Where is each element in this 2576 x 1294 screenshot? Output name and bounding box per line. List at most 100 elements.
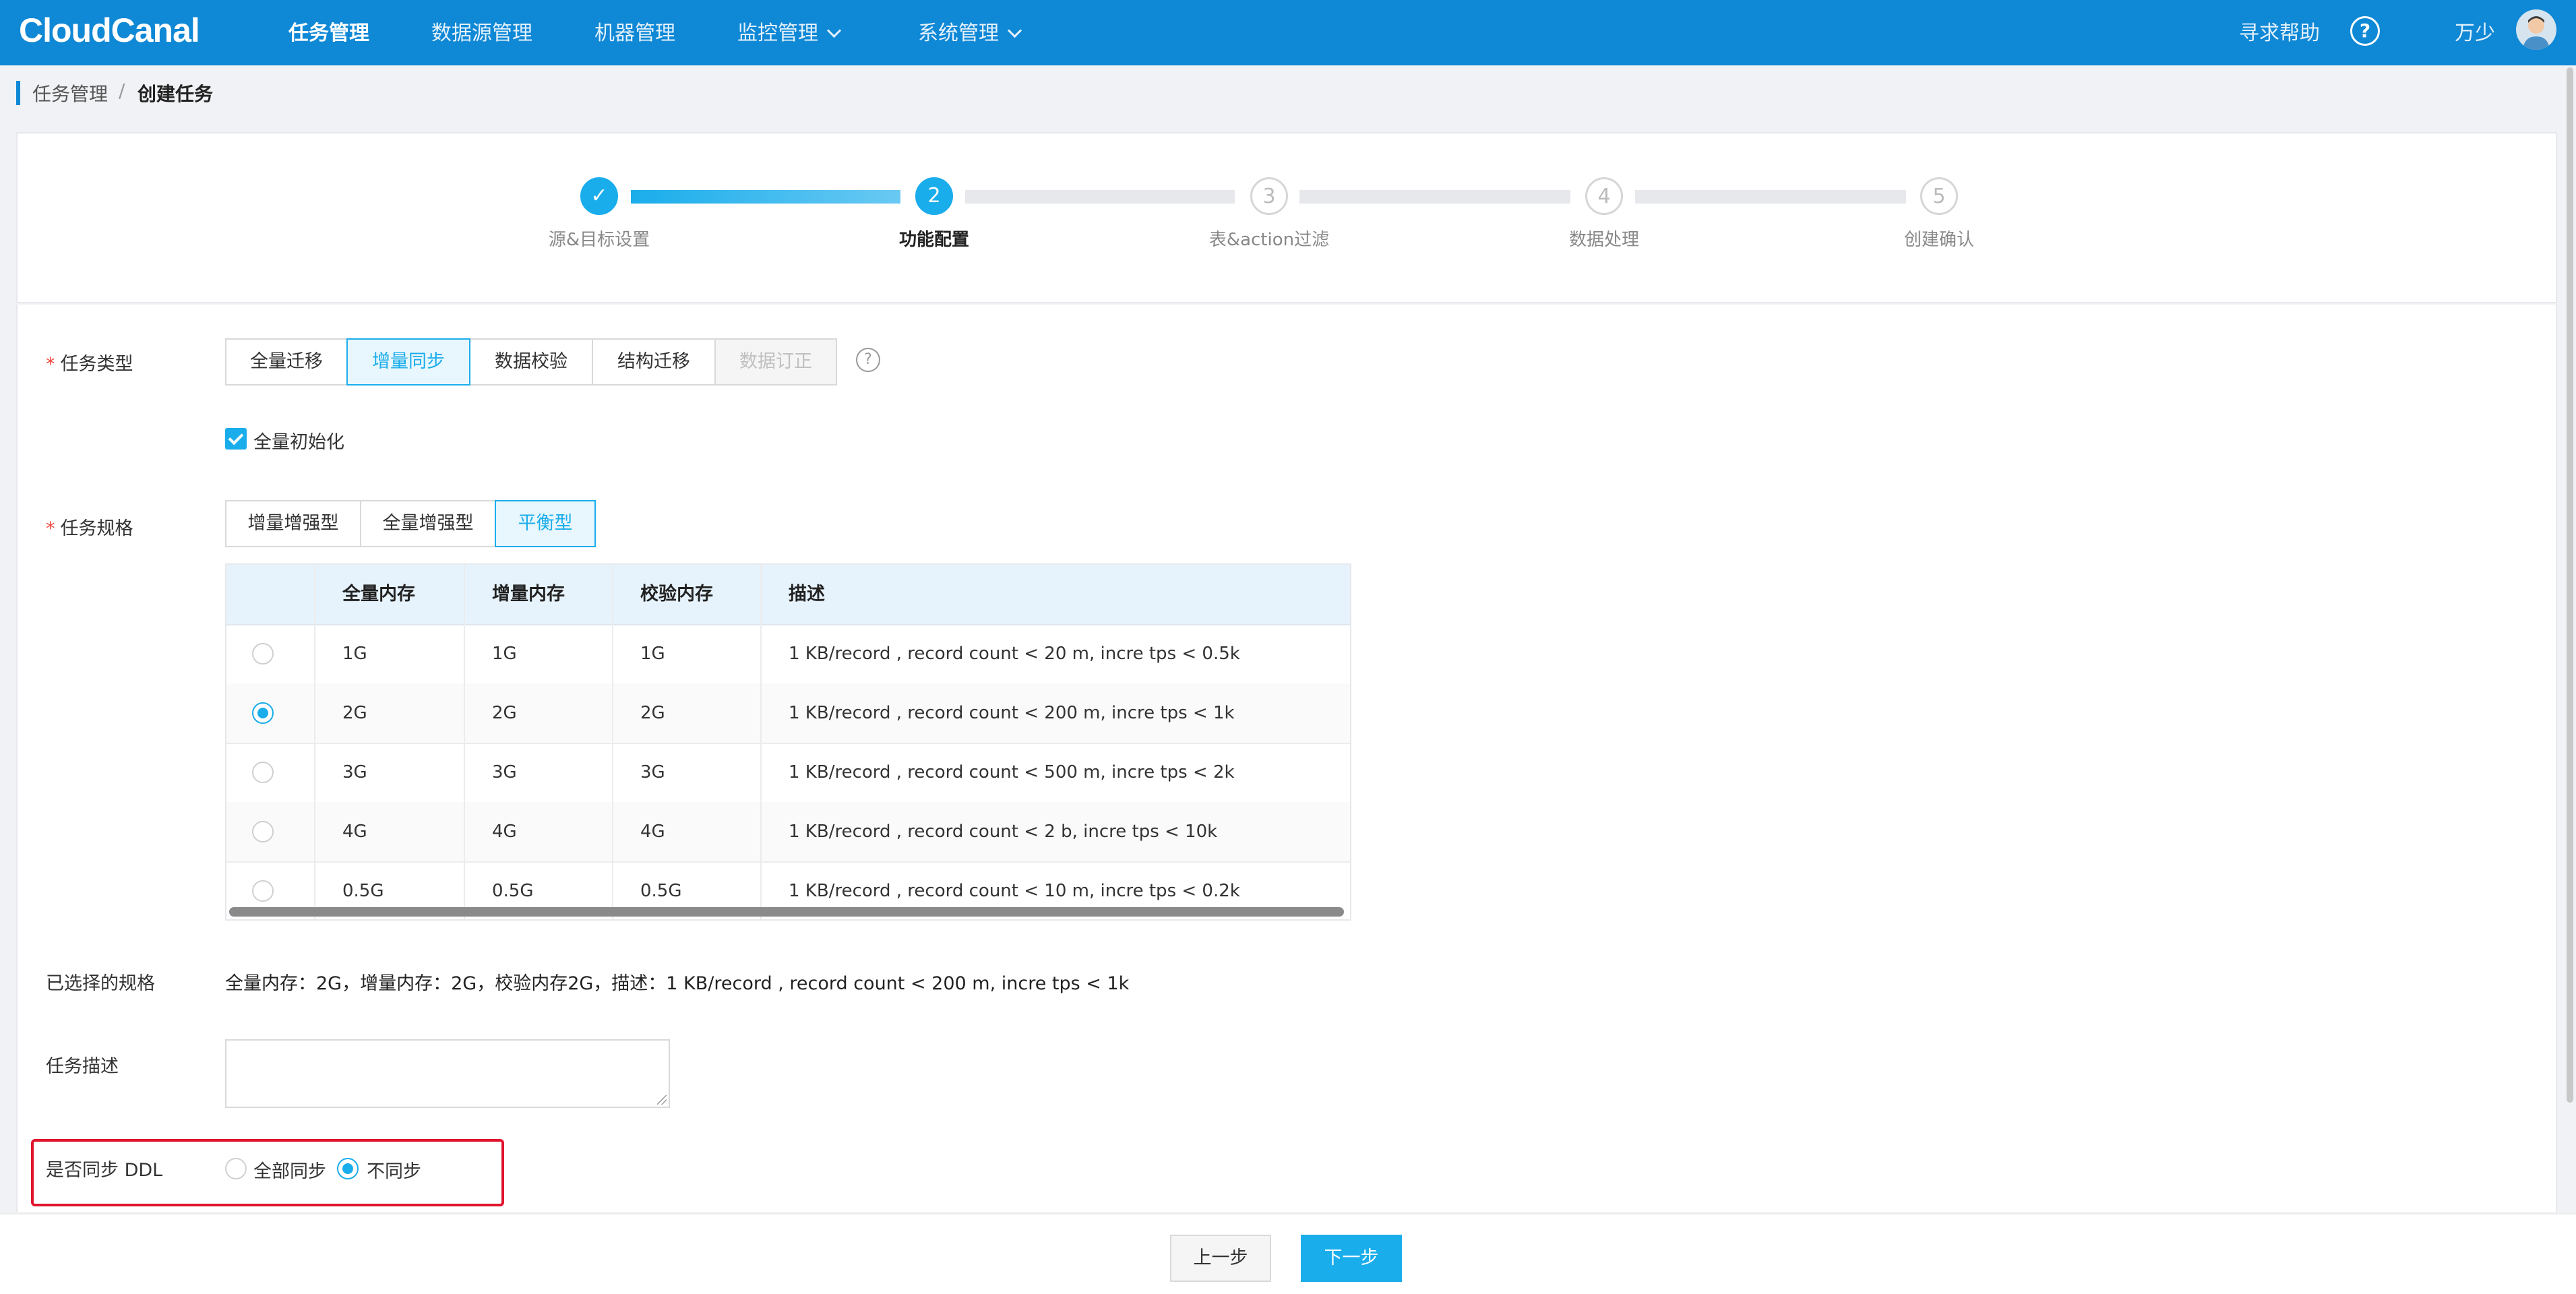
breadcrumb-parent[interactable]: 任务管理 — [32, 80, 108, 106]
task-type-full-migration[interactable]: 全量迁移 — [225, 338, 348, 386]
task-description-input[interactable] — [225, 1039, 670, 1108]
step-4-label: 数据处理 — [1568, 230, 1640, 250]
nav-label: 机器管理 — [594, 22, 675, 45]
step-connector-4 — [1635, 190, 1906, 204]
cell-desc: 1 KB/record , record count < 500 m, incr… — [789, 762, 1235, 782]
spec-incremental-enhanced[interactable]: 增量增强型 — [225, 500, 361, 547]
avatar[interactable] — [2516, 9, 2556, 50]
task-spec-label-text: 任务规格 — [60, 518, 133, 539]
table-horizontal-scrollbar[interactable] — [229, 907, 1344, 917]
col-incr-memory: 增量内存 — [492, 584, 565, 605]
cell-full: 3G — [342, 762, 367, 782]
cell-full: 4G — [342, 822, 367, 842]
col-description: 描述 — [789, 584, 825, 605]
step-3-label: 表&action过滤 — [1208, 230, 1330, 250]
task-type-label: * 任务类型 — [46, 349, 133, 375]
step-2-label: 功能配置 — [898, 230, 970, 250]
user-name[interactable]: 万少 — [2455, 16, 2495, 46]
step-5-label: 创建确认 — [1903, 230, 1975, 250]
next-step-button[interactable]: 下一步 — [1301, 1235, 1402, 1282]
nav-machine-management[interactable]: 机器管理 — [594, 16, 675, 46]
table-row[interactable]: 1G 1G 1G 1 KB/record , record count < 20… — [226, 624, 1350, 685]
breadcrumb-current: 创建任务 — [137, 83, 214, 105]
full-init-label[interactable]: 全量初始化 — [253, 427, 344, 454]
cell-check: 2G — [640, 703, 665, 723]
nav-task-management[interactable]: 任务管理 — [288, 16, 369, 46]
column-divider — [760, 565, 762, 919]
required-mark: * — [46, 518, 55, 539]
task-spec-label: * 任务规格 — [46, 514, 133, 540]
table-row[interactable]: 3G 3G 3G 1 KB/record , record count < 50… — [226, 743, 1350, 803]
ddl-no-sync-radio[interactable] — [337, 1158, 359, 1179]
task-type-incremental-sync[interactable]: 增量同步 — [346, 338, 470, 386]
row-radio[interactable] — [252, 880, 274, 902]
column-divider — [464, 565, 465, 919]
cell-full: 2G — [342, 703, 367, 723]
spec-table: 全量内存 增量内存 校验内存 描述 1G 1G 1G 1 KB/record ,… — [225, 563, 1351, 921]
stepper-panel — [16, 132, 2557, 303]
cell-desc: 1 KB/record , record count < 2 b, incre … — [789, 822, 1218, 842]
question-circle-icon[interactable]: ? — [2350, 16, 2380, 46]
column-divider — [612, 565, 613, 919]
ddl-sync-all-radio[interactable] — [225, 1158, 247, 1179]
task-type-schema-migration[interactable]: 结构迁移 — [592, 338, 716, 386]
selected-spec-value: 全量内存：2G，增量内存：2G，校验内存2G，描述：1 KB/record , … — [225, 973, 1130, 994]
nav-label: 监控管理 — [737, 22, 818, 45]
ddl-sync-all-label[interactable]: 全部同步 — [253, 1157, 326, 1183]
nav-label: 系统管理 — [918, 22, 999, 45]
step-1-label: 源&目标设置 — [548, 230, 650, 250]
table-header: 全量内存 增量内存 校验内存 描述 — [226, 565, 1350, 625]
task-type-label-text: 任务类型 — [60, 354, 133, 375]
table-row[interactable]: 4G 4G 4G 1 KB/record , record count < 2 … — [226, 802, 1350, 863]
column-divider — [314, 565, 315, 919]
prev-step-button[interactable]: 上一步 — [1170, 1235, 1271, 1282]
nav-datasource-management[interactable]: 数据源管理 — [431, 16, 532, 46]
cell-full: 1G — [342, 644, 367, 664]
footer-bar — [0, 1213, 2576, 1294]
row-radio[interactable] — [252, 702, 274, 724]
nav-system-management[interactable]: 系统管理 — [918, 16, 1022, 46]
chevron-down-icon — [1007, 23, 1022, 38]
step-5-marker: 5 — [1920, 177, 1958, 215]
task-type-data-check[interactable]: 数据校验 — [469, 338, 593, 386]
cell-incr: 2G — [492, 703, 517, 723]
breadcrumb-separator: / — [119, 80, 125, 102]
cell-check: 3G — [640, 762, 665, 782]
question-circle-icon[interactable]: ? — [856, 348, 880, 372]
resize-grip-icon[interactable] — [657, 1095, 667, 1105]
step-3-marker: 3 — [1250, 177, 1288, 215]
step-1-check-icon: ✓ — [580, 177, 618, 215]
nav-label: 任务管理 — [288, 22, 369, 45]
table-row[interactable]: 2G 2G 2G 1 KB/record , record count < 20… — [226, 683, 1350, 744]
cell-check: 4G — [640, 822, 665, 842]
spec-balanced[interactable]: 平衡型 — [495, 500, 596, 547]
step-4-marker: 4 — [1585, 177, 1623, 215]
cell-desc: 1 KB/record , record count < 200 m, incr… — [789, 703, 1235, 723]
cell-incr: 4G — [492, 822, 517, 842]
row-radio[interactable] — [252, 643, 274, 665]
row-radio[interactable] — [252, 821, 274, 842]
top-nav-bar: CloudCanal 任务管理 数据源管理 机器管理 监控管理 系统管理 寻求帮… — [0, 0, 2576, 65]
step-2-marker: 2 — [915, 177, 953, 215]
step-connector-3 — [1299, 190, 1570, 204]
required-mark: * — [46, 354, 55, 375]
nav-monitor-management[interactable]: 监控管理 — [737, 16, 842, 46]
spec-full-enhanced[interactable]: 全量增强型 — [360, 500, 496, 547]
full-init-checkbox[interactable] — [225, 428, 247, 450]
page-vertical-scrollbar[interactable] — [2567, 67, 2573, 1103]
avatar-face-icon — [2523, 16, 2550, 50]
breadcrumb-marker — [16, 81, 20, 105]
nav-label: 数据源管理 — [431, 22, 532, 45]
cell-incr: 1G — [492, 644, 517, 664]
cloudcanal-logo[interactable]: CloudCanal — [19, 11, 200, 50]
task-description-label: 任务描述 — [46, 1056, 119, 1077]
row-radio[interactable] — [252, 762, 274, 783]
ddl-no-sync-label[interactable]: 不同步 — [367, 1157, 421, 1183]
step-connector-1 — [631, 190, 900, 204]
help-link[interactable]: 寻求帮助 — [2239, 16, 2320, 46]
chevron-down-icon — [826, 23, 842, 38]
col-check-memory: 校验内存 — [640, 584, 713, 605]
col-full-memory: 全量内存 — [342, 584, 415, 605]
step-connector-2 — [965, 190, 1235, 204]
ddl-sync-label: 是否同步 DDL — [46, 1160, 163, 1181]
